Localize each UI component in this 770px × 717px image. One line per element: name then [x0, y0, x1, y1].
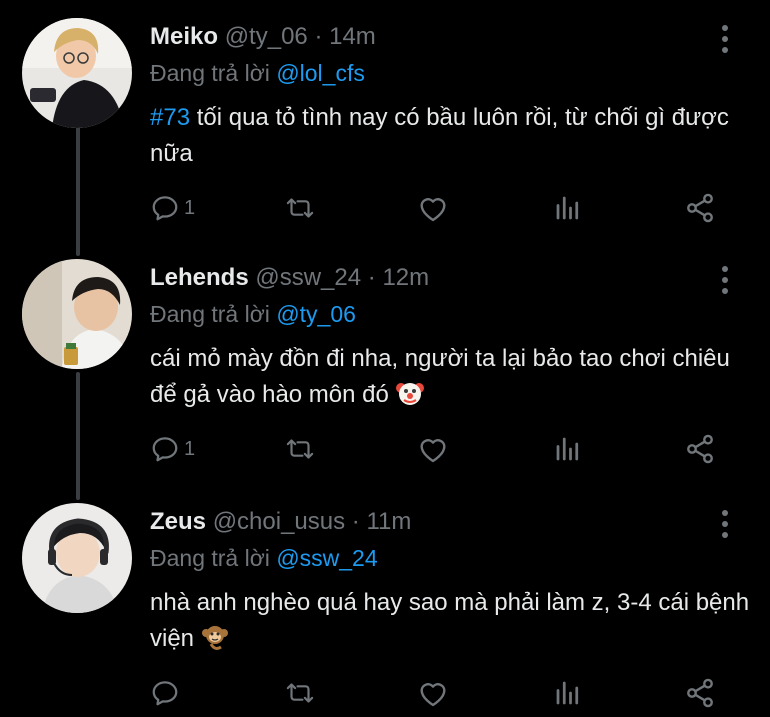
tweet-header: Meiko @ty_06 · 14m [150, 22, 376, 52]
display-name[interactable]: Meiko [150, 23, 218, 50]
retweet-button[interactable] [283, 429, 317, 469]
reply-button[interactable]: 1 [150, 188, 195, 228]
timestamp[interactable]: · 14m [314, 23, 375, 50]
avatar[interactable] [22, 259, 132, 369]
analytics-icon [556, 681, 579, 705]
retweet-button[interactable] [283, 673, 317, 713]
avatar[interactable] [22, 18, 132, 128]
action-bar [150, 673, 750, 713]
like-button[interactable] [417, 188, 449, 228]
analytics-icon [556, 437, 579, 461]
share-button[interactable] [683, 673, 717, 713]
replying-to: Đang trả lời @ssw_24 [150, 543, 378, 573]
replying-to-link[interactable]: @lol_cfs [276, 60, 365, 86]
share-button[interactable] [683, 429, 717, 469]
reply-count: 1 [184, 437, 196, 460]
tweet-text: #73 tối qua tỏ tình nay có bầu luôn rồi,… [150, 100, 750, 172]
tweet[interactable]: Zeus @choi_usus · 11m Đang trả lời @ssw_… [0, 503, 770, 717]
analytics-button[interactable] [553, 673, 583, 713]
tweet[interactable]: Meiko @ty_06 · 14m Đang trả lời @lol_cfs… [0, 18, 770, 243]
timestamp[interactable]: · 11m [352, 508, 412, 535]
reply-button[interactable]: 1 [150, 429, 195, 469]
reply-count: 1 [184, 196, 196, 219]
tweet-text-body: tối qua tỏ tình nay có bầu luôn rồi, từ … [150, 104, 729, 167]
replying-to: Đang trả lời @lol_cfs [150, 58, 365, 88]
more-options-icon[interactable] [710, 20, 740, 60]
retweet-icon [286, 439, 314, 459]
share-button[interactable] [683, 188, 717, 228]
analytics-button[interactable] [553, 188, 583, 228]
tweet-text: cái mỏ mày đồn đi nha, người ta lại bảo … [150, 341, 750, 418]
clown-face-emoji [395, 379, 424, 418]
retweet-button[interactable] [283, 188, 317, 228]
like-button[interactable] [417, 429, 449, 469]
tweet-text: nhà anh nghèo quá hay sao mà phải làm z,… [150, 585, 750, 662]
reply-icon [152, 196, 178, 221]
display-name[interactable]: Lehends [150, 264, 249, 291]
tweet-text-body: cái mỏ mày đồn đi nha, người ta lại bảo … [150, 345, 730, 408]
replying-to: Đang trả lời @ty_06 [150, 299, 356, 329]
like-icon [420, 683, 446, 707]
retweet-icon [286, 198, 314, 218]
like-icon [420, 439, 446, 463]
like-button[interactable] [417, 673, 449, 713]
action-bar: 1 [150, 429, 750, 469]
user-handle[interactable]: @ssw_24 [255, 264, 361, 291]
replying-prefix: Đang trả lời [150, 301, 270, 327]
tweet[interactable]: Lehends @ssw_24 · 12m Đang trả lời @ty_0… [0, 259, 770, 484]
action-bar: 1 [150, 188, 750, 228]
like-icon [420, 198, 446, 222]
share-icon [687, 434, 713, 464]
user-handle[interactable]: @choi_usus [213, 508, 345, 535]
display-name[interactable]: Zeus [150, 508, 206, 535]
more-options-icon[interactable] [710, 261, 740, 301]
replying-to-link[interactable]: @ty_06 [276, 301, 356, 327]
replying-prefix: Đang trả lời [150, 545, 270, 571]
replying-prefix: Đang trả lời [150, 60, 270, 86]
timestamp[interactable]: · 12m [368, 264, 429, 291]
more-options-icon[interactable] [710, 505, 740, 545]
avatar[interactable] [22, 503, 132, 613]
replying-to-link[interactable]: @ssw_24 [276, 545, 377, 571]
monkey-emoji [201, 623, 229, 662]
analytics-button[interactable] [553, 429, 583, 469]
tweet-header: Lehends @ssw_24 · 12m [150, 263, 429, 293]
user-handle[interactable]: @ty_06 [225, 23, 308, 50]
tweet-text-body: nhà anh nghèo quá hay sao mà phải làm z,… [150, 589, 750, 652]
analytics-icon [556, 196, 579, 220]
tweet-header: Zeus @choi_usus · 11m [150, 507, 411, 537]
retweet-icon [286, 683, 314, 703]
hashtag-link[interactable]: #73 [150, 104, 190, 131]
reply-icon [152, 437, 178, 462]
reply-button[interactable] [150, 673, 184, 713]
share-icon [687, 193, 713, 223]
reply-icon [152, 681, 178, 706]
share-icon [687, 678, 713, 708]
